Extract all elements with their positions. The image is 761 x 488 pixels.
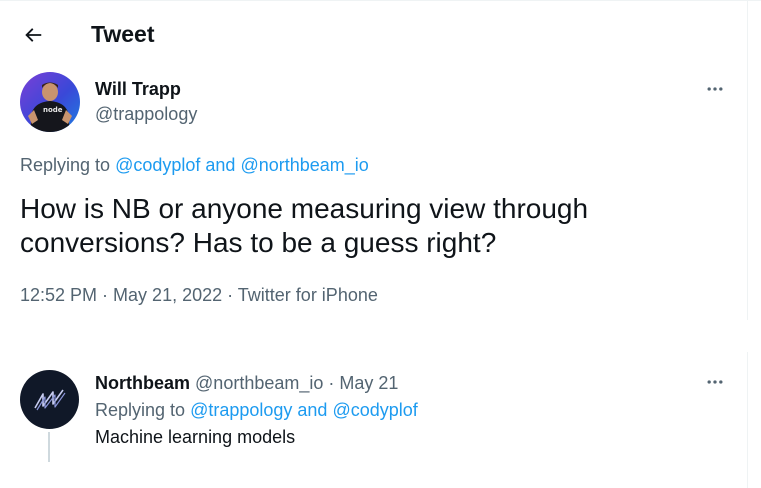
- replying-to-label: Replying to: [20, 155, 116, 175]
- reply-replying-to-line: Replying to @trappology and @codyplof: [95, 399, 418, 421]
- column-border: [747, 0, 748, 320]
- user-photo-icon: node: [20, 72, 80, 132]
- tweet-source[interactable]: Twitter for iPhone: [238, 285, 378, 305]
- mention-link[interactable]: @codyplof: [115, 155, 200, 175]
- column-border-lower: [747, 352, 748, 488]
- tweet-time[interactable]: 12:52 PM: [20, 285, 97, 305]
- replying-conjunction[interactable]: and: [292, 400, 332, 420]
- arrow-left-icon: [25, 28, 42, 42]
- more-horizontal-icon: [707, 87, 723, 91]
- reply-text: Machine learning models: [95, 427, 296, 447]
- reply-date[interactable]: May 21: [339, 373, 398, 393]
- mention-link[interactable]: @northbeam_io: [240, 155, 368, 175]
- mention-link[interactable]: @codyplof: [332, 400, 417, 420]
- tweet-date[interactable]: May 21, 2022: [113, 285, 222, 305]
- page-title: Tweet: [91, 21, 155, 47]
- page-header: Tweet: [0, 0, 747, 68]
- reply-more-options-button[interactable]: [701, 368, 729, 396]
- replying-to-label: Replying to: [95, 400, 191, 420]
- reply-avatar[interactable]: [20, 370, 79, 429]
- northbeam-logo-icon: [33, 389, 65, 410]
- reply-author-handle[interactable]: @northbeam_io: [195, 373, 323, 393]
- replying-to-line: Replying to @codyplof and @northbeam_io: [20, 154, 369, 176]
- tweet-page: Tweet node Will Trapp @trappology Replyi…: [0, 0, 761, 488]
- reply-header: Northbeam @northbeam_io · May 21: [95, 372, 398, 394]
- tweet-metadata: 12:52 PM · May 21, 2022 · Twitter for iP…: [20, 284, 378, 306]
- author-display-name[interactable]: Will Trapp: [95, 78, 181, 100]
- reply-separator: ·: [323, 373, 340, 393]
- meta-separator: ·: [222, 285, 238, 305]
- meta-separator: ·: [97, 285, 114, 305]
- avatar-shirt-text: node: [43, 106, 63, 114]
- replying-conjunction[interactable]: and: [200, 155, 240, 175]
- reply-author-name[interactable]: Northbeam: [95, 373, 190, 393]
- author-handle[interactable]: @trappology: [95, 103, 197, 125]
- thread-connector: [48, 432, 50, 462]
- more-horizontal-icon: [707, 380, 723, 384]
- more-options-button[interactable]: [701, 75, 729, 103]
- mention-link[interactable]: @trappology: [190, 400, 292, 420]
- tweet-text: How is NB or anyone measuring view throu…: [20, 193, 589, 258]
- back-button[interactable]: [14, 16, 52, 54]
- avatar[interactable]: node: [20, 72, 80, 132]
